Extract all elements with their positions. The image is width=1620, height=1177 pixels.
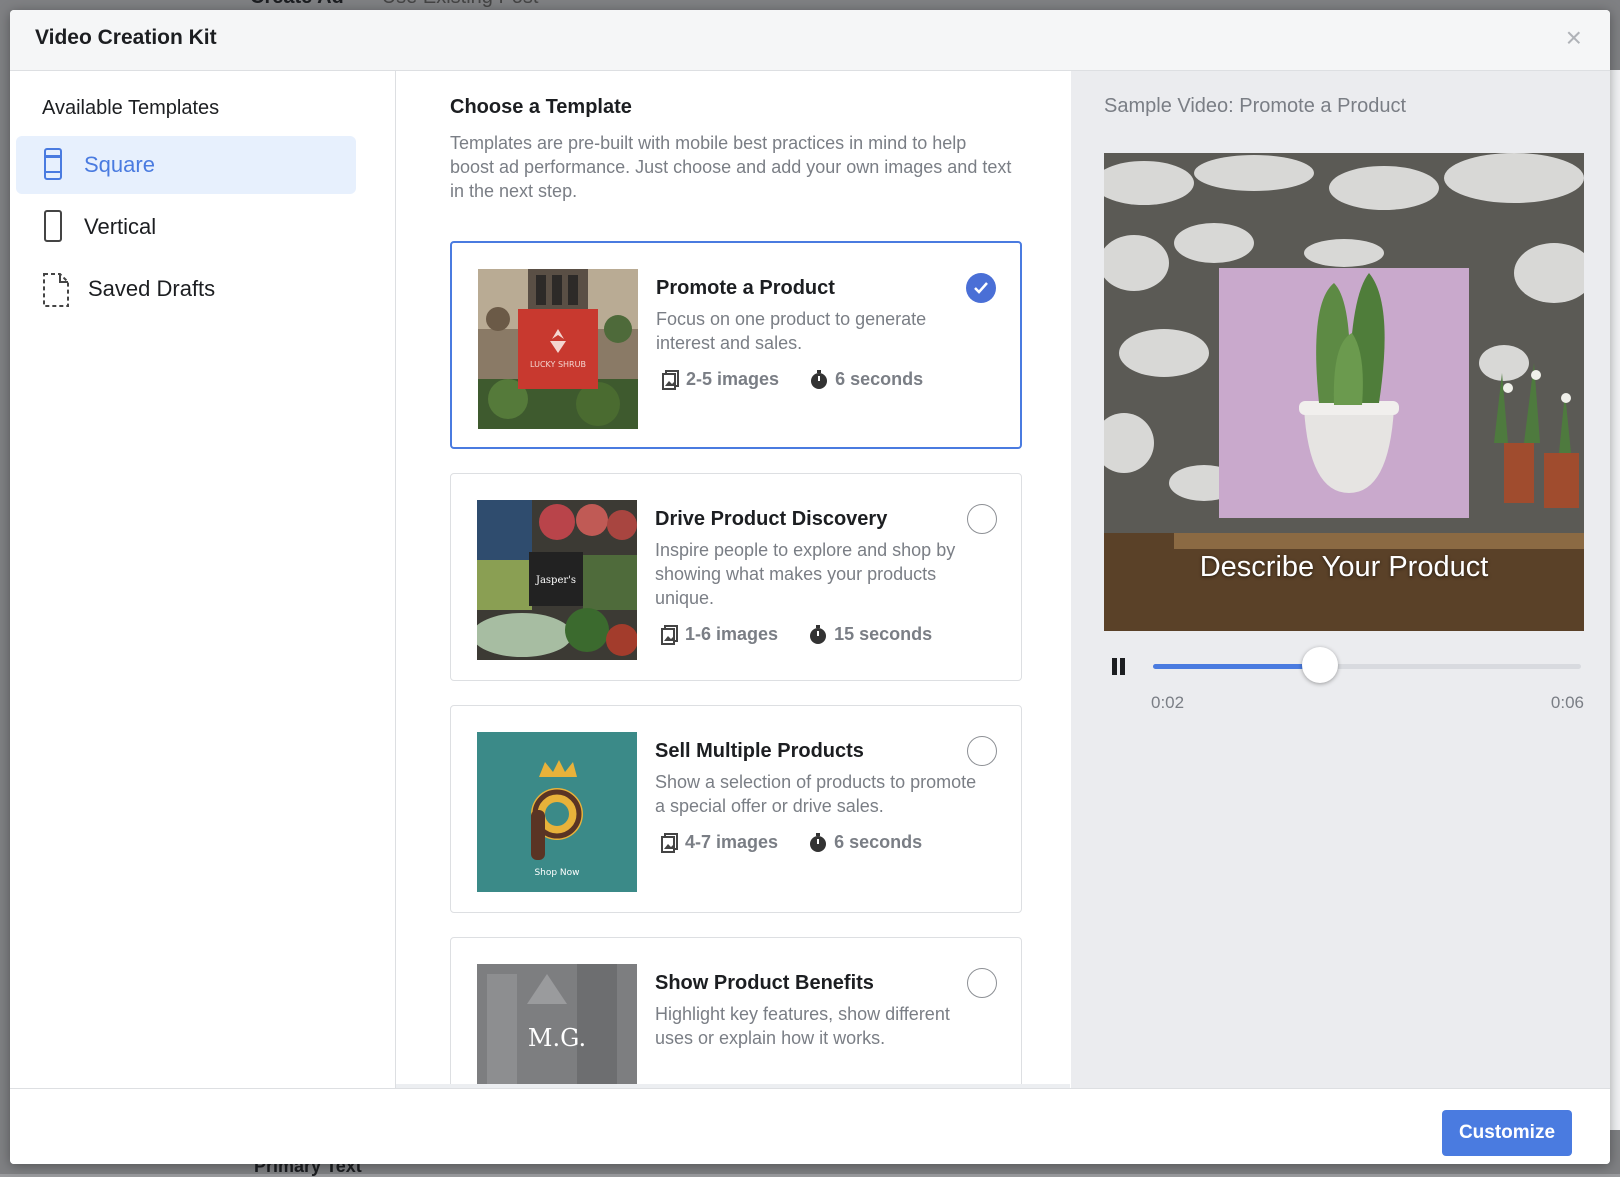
background-right-strip <box>1610 70 1620 1130</box>
template-radio[interactable] <box>967 968 997 998</box>
background-tab-create-ad: Create Ad <box>250 0 344 8</box>
choose-template-title: Choose a Template <box>450 96 632 118</box>
background-tabs: Create Ad Use Existing Post <box>250 0 538 9</box>
template-duration: 6 seconds <box>835 369 924 389</box>
modal-footer: Customize <box>10 1088 1610 1164</box>
sidebar-item-label: Square <box>84 152 155 177</box>
sidebar-item-vertical[interactable]: Vertical <box>16 198 356 256</box>
sample-video-panel: Sample Video: Promote a Product Describe… <box>1071 71 1610 1088</box>
template-radio[interactable] <box>967 504 997 534</box>
template-duration: 6 seconds <box>834 832 923 852</box>
sample-video-title: Sample Video: Promote a Product <box>1104 95 1407 117</box>
stopwatch-icon <box>811 369 828 389</box>
sidebar-item-square[interactable]: Square <box>16 136 356 194</box>
template-title: Sell Multiple Products <box>655 740 864 762</box>
template-card-sell-multiple[interactable]: Shop Now Sell Multiple Products Show a s… <box>450 705 1022 913</box>
images-icon <box>661 624 678 645</box>
stopwatch-icon <box>810 832 827 852</box>
check-icon <box>974 282 988 294</box>
template-description: Show a selection of products to promote … <box>655 772 977 816</box>
template-card-promote-product[interactable]: LUCKY SHRUB Promote a Product Focus on o… <box>450 241 1022 449</box>
template-title: Promote a Product <box>656 277 835 299</box>
sidebar-item-label: Vertical <box>84 214 157 239</box>
template-radio-selected[interactable] <box>966 273 996 303</box>
images-icon <box>662 369 679 390</box>
stopwatch-icon <box>810 624 827 644</box>
thumbnail-brand-text: LUCKY SHRUB <box>530 360 586 369</box>
template-image-count: 2-5 images <box>686 369 780 389</box>
background-tab-existing-post: Use Existing Post <box>382 0 539 8</box>
total-time: 0:06 <box>1550 693 1584 712</box>
template-thumbnail: M.G. <box>477 964 637 1088</box>
template-meta: 4-7 images 6 seconds <box>661 832 952 853</box>
template-card-drive-discovery[interactable]: Jasper's Drive Product Discovery Inspire… <box>450 473 1022 681</box>
template-meta: 1-6 images 15 seconds <box>661 624 962 645</box>
images-icon <box>661 832 678 853</box>
document-icon <box>42 272 72 307</box>
template-card-product-benefits[interactable]: M.G. Show Product Benefits Highlight key… <box>450 937 1022 1088</box>
video-creation-kit-modal: Video Creation Kit × Available Templates… <box>10 10 1610 1164</box>
template-description: Focus on one product to generate interes… <box>656 309 927 353</box>
video-progress-fill <box>1153 664 1320 669</box>
template-image-count: 1-6 images <box>685 624 779 644</box>
sidebar-item-saved-drafts[interactable]: Saved Drafts <box>16 260 356 318</box>
square-format-icon <box>42 148 68 182</box>
thumbnail-cta-text: Shop Now <box>534 868 579 878</box>
template-duration: 15 seconds <box>834 624 933 644</box>
modal-header: Video Creation Kit × <box>10 10 1610 71</box>
video-caption: Describe Your Product <box>1199 551 1489 583</box>
template-description: Highlight key features, show different u… <box>655 1004 950 1048</box>
template-image-count: 4-7 images <box>685 832 779 852</box>
sidebar-item-label: Saved Drafts <box>88 276 216 301</box>
choose-template-description: Templates are pre-built with mobile best… <box>450 133 1012 201</box>
template-format-sidebar: Available Templates Square Vertical Save… <box>10 71 396 1088</box>
template-title: Drive Product Discovery <box>655 508 888 530</box>
customize-button[interactable]: Customize <box>1442 1110 1572 1156</box>
video-progress-slider[interactable] <box>1153 647 1581 683</box>
thumbnail-brand-text: Jasper's <box>535 575 576 586</box>
template-list-panel[interactable]: Choose a Template Templates are pre-buil… <box>396 71 1070 1088</box>
pause-icon[interactable] <box>1111 657 1127 677</box>
available-templates-title: Available Templates <box>42 97 220 119</box>
sample-video-player[interactable]: Describe Your Product <box>1104 153 1584 631</box>
current-time: 0:02 <box>1151 693 1185 712</box>
template-thumbnail: Shop Now <box>477 732 637 892</box>
template-radio[interactable] <box>967 736 997 766</box>
vertical-format-icon <box>42 210 68 244</box>
modal-title: Video Creation Kit <box>35 26 217 49</box>
template-title: Show Product Benefits <box>655 972 874 994</box>
template-thumbnail: LUCKY SHRUB <box>478 269 638 429</box>
template-meta: 2-5 images 6 seconds <box>662 369 953 390</box>
template-thumbnail: Jasper's <box>477 500 637 660</box>
video-progress-handle[interactable] <box>1301 647 1338 683</box>
close-icon[interactable]: × <box>1566 24 1582 52</box>
template-description: Inspire people to explore and shop by sh… <box>655 540 956 608</box>
thumbnail-brand-text: M.G. <box>528 1024 586 1052</box>
